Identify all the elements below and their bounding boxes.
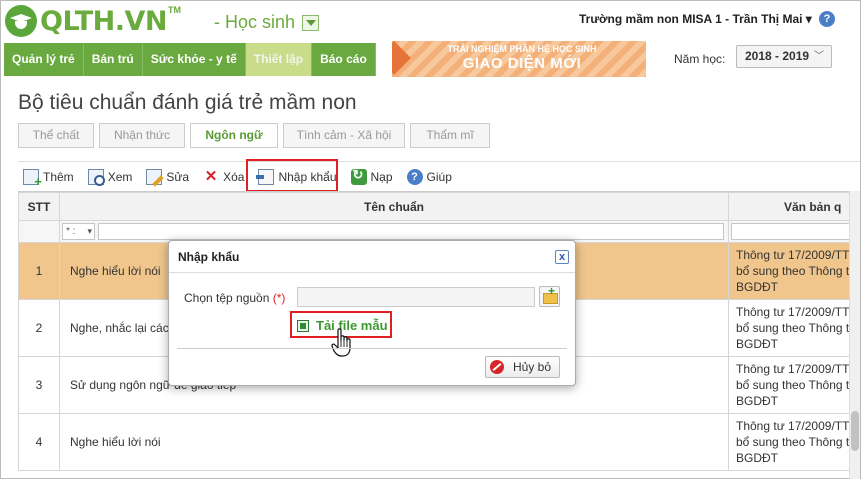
delete-icon: ✕ — [204, 167, 218, 185]
tab-the-chat[interactable]: Thể chất — [18, 123, 94, 148]
view-button[interactable]: Xem — [87, 168, 133, 186]
app-header: QLTH.VN TM - Học sinh Trường mầm non MIS… — [1, 1, 860, 41]
cancel-button-label: Hủy bỏ — [513, 360, 552, 374]
source-file-label-text: Chọn tệp nguồn — [184, 291, 270, 305]
row-document-line: BGDĐT — [736, 451, 778, 465]
delete-button[interactable]: ✕ Xóa — [203, 167, 245, 185]
source-file-label: Chọn tệp nguồn (*) — [184, 291, 285, 305]
browse-folder-button[interactable] — [539, 284, 560, 307]
school-year-value: 2018 - 2019 — [745, 49, 810, 63]
reload-icon — [350, 167, 367, 185]
hand-pointer-cursor-icon — [331, 328, 351, 357]
banner-subtitle: TRẢI NGHIỆM PHÂN HỆ HỌC SINH — [447, 44, 597, 54]
tab-ngon-ngu[interactable]: Ngôn ngữ — [190, 123, 278, 148]
add-icon — [23, 168, 42, 189]
view-icon — [87, 168, 105, 186]
row-document-line: Thông tư 17/2009/TT — [736, 248, 850, 262]
nav-tab-ban-tru[interactable]: Bán trú — [84, 43, 143, 76]
help-icon: ? — [406, 168, 423, 185]
page-title: Bộ tiêu chuẩn đánh giá trẻ mầm non — [18, 91, 357, 114]
table-row[interactable]: 4 Nghe hiểu lời nói Thông tư 17/2009/TT … — [18, 413, 860, 471]
criteria-tabs: Thể chất Nhận thức Ngôn ngữ Tình cảm - X… — [18, 123, 495, 148]
nav-tab-suc-khoe[interactable]: Sức khỏe - y tế — [143, 43, 246, 76]
school-year-select[interactable]: 2018 - 2019 ﹀ — [736, 45, 832, 68]
chevron-down-icon: ﹀ — [814, 51, 824, 62]
dialog-footer-divider — [177, 348, 567, 349]
row-document: Thông tư 17/2009/TT bổ sung theo Thông t… — [728, 413, 860, 471]
row-document-line: bổ sung theo Thông t — [736, 435, 850, 449]
tab-tham-mi[interactable]: Thẩm mĩ — [410, 123, 490, 148]
filter-cell-stt — [18, 220, 60, 243]
cancel-button[interactable]: Hủy bỏ — [485, 356, 560, 378]
nav-tab-thiet-lap[interactable]: Thiết lập — [245, 43, 313, 76]
import-button-highlight — [246, 159, 338, 192]
filter-name-input[interactable] — [98, 223, 725, 240]
required-mark: (*) — [272, 291, 286, 305]
edit-icon — [146, 168, 163, 185]
filter-cell-document — [728, 220, 860, 243]
reload-button[interactable]: Nạp — [350, 167, 393, 185]
role-dropdown-icon[interactable] — [302, 15, 319, 31]
dialog-title: Nhập khẩu — [178, 250, 240, 264]
edit-button-label: Sửa — [166, 169, 190, 184]
row-document: Thông tư 17/2009/TT bổ sung theo Thông t… — [728, 299, 860, 357]
grid-scrollbar[interactable] — [849, 191, 860, 479]
column-header-stt[interactable]: STT — [18, 192, 60, 221]
column-header-document[interactable]: Văn bản q — [728, 192, 860, 221]
row-stt: 4 — [18, 413, 60, 471]
help-button-label: Giúp — [426, 169, 452, 184]
source-file-input[interactable] — [297, 287, 535, 307]
grid-toolbar: Thêm Xem Sửa ✕ Xóa Nhập khẩu Nạp ? Giúp — [18, 161, 860, 191]
close-icon[interactable]: x — [555, 250, 569, 264]
row-document-line: Thông tư 17/2009/TT — [736, 305, 850, 319]
logo-text: QLTH.VN — [40, 5, 167, 37]
new-ui-banner[interactable]: TRẢI NGHIỆM PHÂN HỆ HỌC SINH GIAO DIỆN M… — [392, 41, 646, 77]
nav-tab-bao-cao[interactable]: Báo cáo — [312, 43, 376, 76]
row-stt: 3 — [18, 356, 60, 414]
tab-tinh-cam-xa-hoi[interactable]: Tình cảm - Xã hội — [283, 123, 405, 148]
edit-button[interactable]: Sửa — [146, 168, 190, 185]
filter-operator-select[interactable]: * : — [62, 223, 95, 240]
row-stt: 1 — [18, 242, 60, 300]
row-document-line: Thông tư 17/2009/TT — [736, 362, 850, 376]
dialog-divider — [169, 272, 575, 273]
school-user-menu[interactable]: Trường mầm non MISA 1 - Trần Thị Mai ▾ — [579, 12, 812, 26]
row-document-line: bổ sung theo Thông t — [736, 378, 850, 392]
app-logo[interactable]: QLTH.VN TM — [5, 5, 181, 37]
row-name: Nghe hiểu lời nói — [59, 413, 729, 471]
delete-button-label: Xóa — [223, 169, 245, 184]
scrollbar-thumb[interactable] — [851, 411, 859, 451]
role-label: - Học sinh — [214, 12, 296, 32]
view-button-label: Xem — [107, 169, 133, 184]
nav-tabs: Quản lý trẻ Bán trú Sức khỏe - y tế Thiế… — [4, 43, 376, 76]
school-year-label: Năm học: — [674, 52, 726, 66]
graduation-hat-icon — [5, 5, 37, 37]
row-document-line: bổ sung theo Thông t — [736, 321, 850, 335]
reload-button-label: Nạp — [370, 169, 393, 184]
row-document-line: BGDĐT — [736, 280, 778, 294]
nav-tab-quan-ly-tre[interactable]: Quản lý trẻ — [4, 43, 84, 76]
row-document-line: Thông tư 17/2009/TT — [736, 419, 850, 433]
logo-trademark: TM — [167, 5, 181, 15]
row-document-line: bổ sung theo Thông t — [736, 264, 850, 278]
filter-document-input[interactable] — [731, 223, 851, 240]
help-icon[interactable]: ? — [819, 11, 835, 27]
help-button[interactable]: ? Giúp — [406, 168, 452, 185]
row-document-line: BGDĐT — [736, 394, 778, 408]
import-dialog: Nhập khẩu x Chọn tệp nguồn (*) Tải file … — [168, 240, 576, 386]
add-button[interactable]: Thêm — [23, 168, 74, 189]
row-document-line: BGDĐT — [736, 337, 778, 351]
row-document: Thông tư 17/2009/TT bổ sung theo Thông t… — [728, 356, 860, 414]
add-button-label: Thêm — [43, 169, 74, 184]
banner-title: GIAO DIỆN MỚI — [462, 55, 582, 72]
row-document: Thông tư 17/2009/TT bổ sung theo Thông t… — [728, 242, 860, 300]
tab-nhan-thuc[interactable]: Nhận thức — [99, 123, 185, 148]
cancel-icon — [490, 360, 504, 374]
main-nav: Quản lý trẻ Bán trú Sức khỏe - y tế Thiế… — [1, 41, 860, 77]
grid-header-row: STT Tên chuẩn Văn bản q — [18, 192, 860, 221]
row-stt: 2 — [18, 299, 60, 357]
column-header-name[interactable]: Tên chuẩn — [59, 192, 729, 221]
